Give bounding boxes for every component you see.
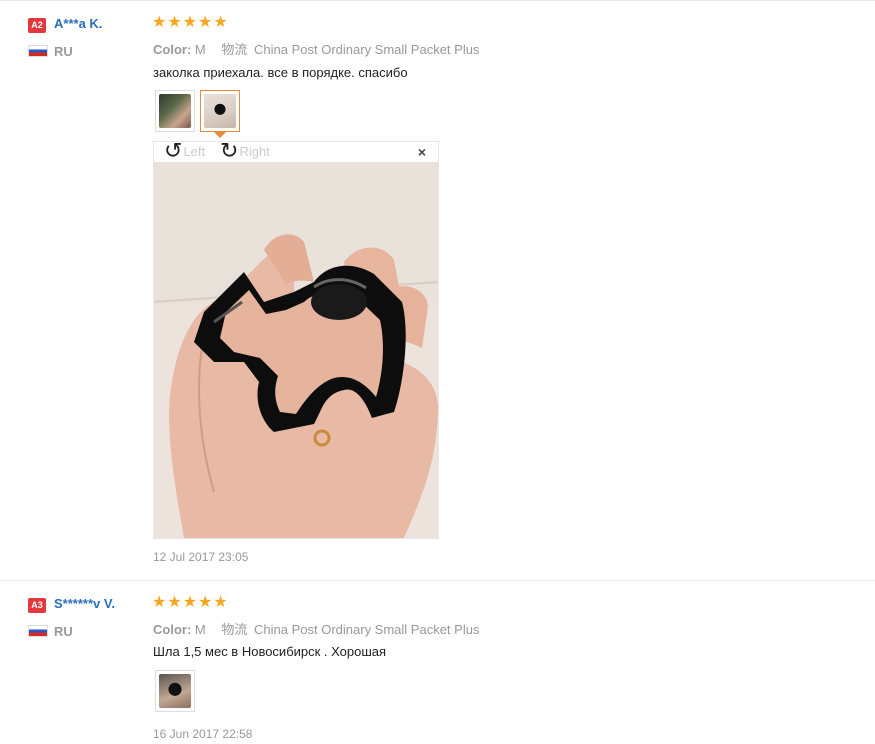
rotate-right-label: Right — [239, 143, 270, 159]
rotate-right-button[interactable]: ↻ Right — [220, 138, 270, 163]
review-text: заколка приехала. все в порядке. спасибо — [153, 65, 408, 80]
order-info: Color: M 物流 China Post Ordinary Small Pa… — [153, 619, 479, 638]
viewer-toolbar: ↺ Left ↻ Right × — [154, 138, 438, 163]
review-date: 12 Jul 2017 23:05 — [153, 550, 249, 564]
photo-viewer: ↺ Left ↻ Right × — [153, 138, 439, 539]
color-value: M — [194, 622, 206, 637]
star-icon: ★ — [198, 594, 213, 611]
star-icon: ★ — [152, 594, 167, 611]
enlarged-photo — [154, 162, 438, 538]
logistics-icon: 物流 — [221, 42, 248, 57]
russia-flag-icon — [28, 625, 48, 637]
color-value: M — [194, 42, 206, 57]
order-info: Color: M 物流 China Post Ordinary Small Pa… — [153, 39, 479, 58]
shipping-method: China Post Ordinary Small Packet Plus — [254, 42, 480, 57]
buyer-level-badge: A3 — [28, 598, 46, 613]
reviewer-name[interactable]: A***a K. — [54, 16, 102, 31]
review-photo-thumbnail[interactable] — [155, 90, 195, 132]
close-viewer-button[interactable]: × — [418, 144, 426, 160]
star-icon: ★ — [198, 14, 213, 31]
review-photo-thumbnail[interactable] — [155, 670, 195, 712]
review-text: Шла 1,5 мес в Новосибирск . Хорошая — [153, 644, 387, 659]
shipping-method: China Post Ordinary Small Packet Plus — [254, 622, 480, 637]
photo-image — [159, 94, 191, 128]
hand-holding-hairclip-image — [154, 162, 438, 538]
star-rating: ★ ★ ★ ★ ★ — [152, 595, 228, 611]
color-label: Color: — [153, 622, 192, 637]
rotate-left-icon: ↺ — [164, 138, 183, 163]
review-photo-thumbnail-active[interactable] — [200, 90, 240, 132]
rotate-right-icon: ↻ — [220, 138, 239, 163]
star-icon: ★ — [213, 14, 228, 31]
rotate-left-button[interactable]: ↺ Left — [164, 138, 206, 163]
buyer-level-badge: A2 — [28, 18, 46, 33]
rotate-left-label: Left — [183, 143, 206, 159]
logistics-icon: 物流 — [221, 622, 248, 637]
review-item: A3 S******v V. RU ★ ★ ★ ★ ★ Color: M 物流 … — [0, 580, 875, 744]
review-date: 16 Jun 2017 22:58 — [153, 727, 253, 741]
star-rating: ★ ★ ★ ★ ★ — [152, 15, 228, 31]
star-icon: ★ — [213, 594, 228, 611]
star-icon: ★ — [167, 594, 182, 611]
photo-image — [204, 94, 236, 128]
russia-flag-icon — [28, 45, 48, 57]
reviewer-country: RU — [54, 44, 73, 59]
star-icon: ★ — [182, 14, 198, 31]
reviewer-name[interactable]: S******v V. — [54, 596, 115, 611]
photo-image — [159, 674, 191, 708]
reviewer-country: RU — [54, 624, 73, 639]
star-icon: ★ — [182, 594, 198, 611]
review-item: A2 A***a K. RU ★ ★ ★ ★ ★ Color: M 物流 Chi… — [0, 0, 875, 580]
star-icon: ★ — [152, 14, 167, 31]
star-icon: ★ — [167, 14, 182, 31]
color-label: Color: — [153, 42, 192, 57]
